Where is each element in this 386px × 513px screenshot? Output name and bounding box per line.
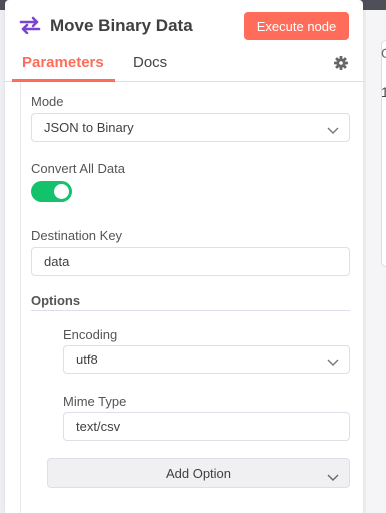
background-card (381, 40, 386, 267)
tab-parameters[interactable]: Parameters (22, 54, 104, 71)
destination-key-input[interactable]: data (31, 247, 350, 276)
mime-type-value: text/csv (76, 419, 121, 434)
node-settings-panel: Move Binary Data Execute node Parameters… (5, 0, 363, 513)
chevron-down-icon (327, 355, 339, 366)
encoding-select[interactable]: utf8 (63, 345, 350, 374)
gear-icon[interactable] (334, 56, 348, 70)
mime-type-input[interactable]: text/csv (63, 412, 350, 441)
mime-type-label: Mime Type (63, 394, 127, 409)
encoding-label: Encoding (63, 327, 118, 342)
toggle-knob (54, 184, 69, 199)
add-option-label: Add Option (165, 465, 232, 481)
tab-docs[interactable]: Docs (133, 54, 167, 71)
options-divider (31, 310, 350, 311)
chevron-down-icon (327, 470, 339, 481)
destination-key-value: data (44, 254, 70, 269)
background-text: 1 (381, 84, 386, 100)
add-option-button[interactable]: Add Option (47, 458, 350, 488)
convert-all-label: Convert All Data (31, 161, 125, 176)
chevron-down-icon (327, 123, 339, 134)
destination-key-label: Destination Key (31, 228, 123, 243)
parameters-content: Mode JSON to Binary Convert All Data Des… (20, 82, 363, 513)
convert-all-toggle[interactable] (31, 181, 72, 202)
background-text: O (381, 45, 386, 61)
panel-header: Move Binary Data Execute node (5, 0, 363, 44)
execute-node-button[interactable]: Execute node (244, 12, 349, 40)
mode-select[interactable]: JSON to Binary (31, 113, 350, 142)
swap-arrows-icon (19, 16, 41, 35)
node-title: Move Binary Data (50, 16, 193, 35)
tab-bar: Parameters Docs (5, 44, 363, 82)
encoding-value: utf8 (76, 352, 98, 367)
options-heading: Options (31, 293, 81, 308)
mode-label: Mode (31, 94, 64, 109)
mode-value: JSON to Binary (44, 120, 134, 135)
